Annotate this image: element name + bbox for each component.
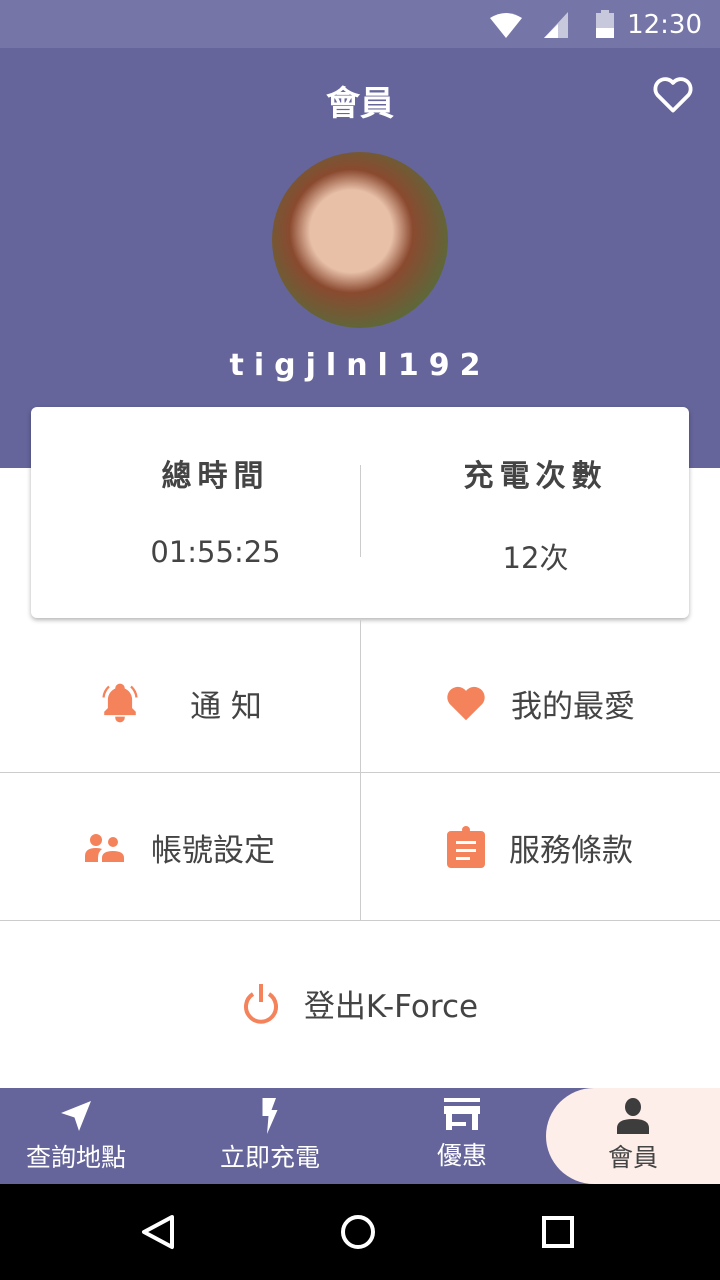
stat-charge-count: 充電次數 12次 [371, 407, 700, 618]
stat-label: 充電次數 [463, 459, 608, 494]
menu-label: 我的最愛 [511, 688, 635, 725]
back-icon[interactable] [140, 1214, 176, 1250]
logout-label: 登出K-Force [303, 988, 479, 1025]
tab-search-location[interactable]: 查詢地點 [0, 1088, 166, 1184]
menu-account-settings[interactable]: 帳號設定 [0, 772, 360, 922]
tab-label: 優惠 [436, 1141, 487, 1170]
stat-label: 總時間 [161, 459, 270, 494]
wifi-icon [490, 13, 522, 38]
tab-label: 查詢地點 [25, 1143, 126, 1172]
username: tigjlnl192 [229, 348, 491, 383]
signal-icon [544, 12, 568, 38]
avatar[interactable] [272, 152, 448, 328]
heart-icon [447, 686, 485, 721]
clipboard-icon [447, 826, 485, 868]
tab-charge-now[interactable]: 立即充電 [180, 1088, 360, 1184]
stat-value: 01:55:25 [150, 535, 281, 569]
divider [360, 465, 361, 557]
recents-icon[interactable] [542, 1216, 574, 1248]
menu-notifications[interactable]: 通 知 [0, 628, 360, 778]
status-bar: 12:30 [0, 0, 720, 48]
stat-total-time: 總時間 01:55:25 [51, 407, 380, 618]
person-icon [617, 1098, 649, 1134]
tab-offers[interactable]: 優惠 [372, 1088, 552, 1184]
tab-label: 立即充電 [219, 1143, 320, 1172]
logout-button[interactable]: 登出K-Force [0, 928, 720, 1078]
people-icon [85, 834, 124, 862]
stat-value: 12次 [502, 541, 569, 575]
menu-label: 通 知 [190, 688, 262, 725]
page-title: 會員 [326, 84, 394, 124]
bell-icon [102, 683, 138, 723]
menu-label: 帳號設定 [151, 832, 275, 869]
menu-favorites[interactable]: 我的最愛 [360, 628, 720, 778]
navigation-arrow-icon [61, 1101, 91, 1131]
bottom-nav: 查詢地點 立即充電 優惠 會員 [0, 1088, 720, 1184]
menu-terms[interactable]: 服務條款 [360, 772, 720, 922]
stats-card: 總時間 01:55:25 充電次數 12次 [31, 407, 689, 618]
clock: 12:30 [627, 10, 702, 40]
tab-member[interactable]: 會員 [546, 1088, 720, 1184]
power-icon [243, 984, 278, 1024]
profile-header: 會員 tigjlnl192 [0, 48, 720, 468]
menu-label: 服務條款 [509, 832, 633, 869]
tab-label: 會員 [607, 1143, 658, 1172]
favorite-heart-icon[interactable] [652, 76, 694, 114]
system-nav-bar [0, 1184, 720, 1280]
home-icon[interactable] [340, 1214, 376, 1250]
store-icon [444, 1098, 480, 1130]
lightning-icon [262, 1098, 278, 1134]
battery-icon [596, 10, 614, 38]
